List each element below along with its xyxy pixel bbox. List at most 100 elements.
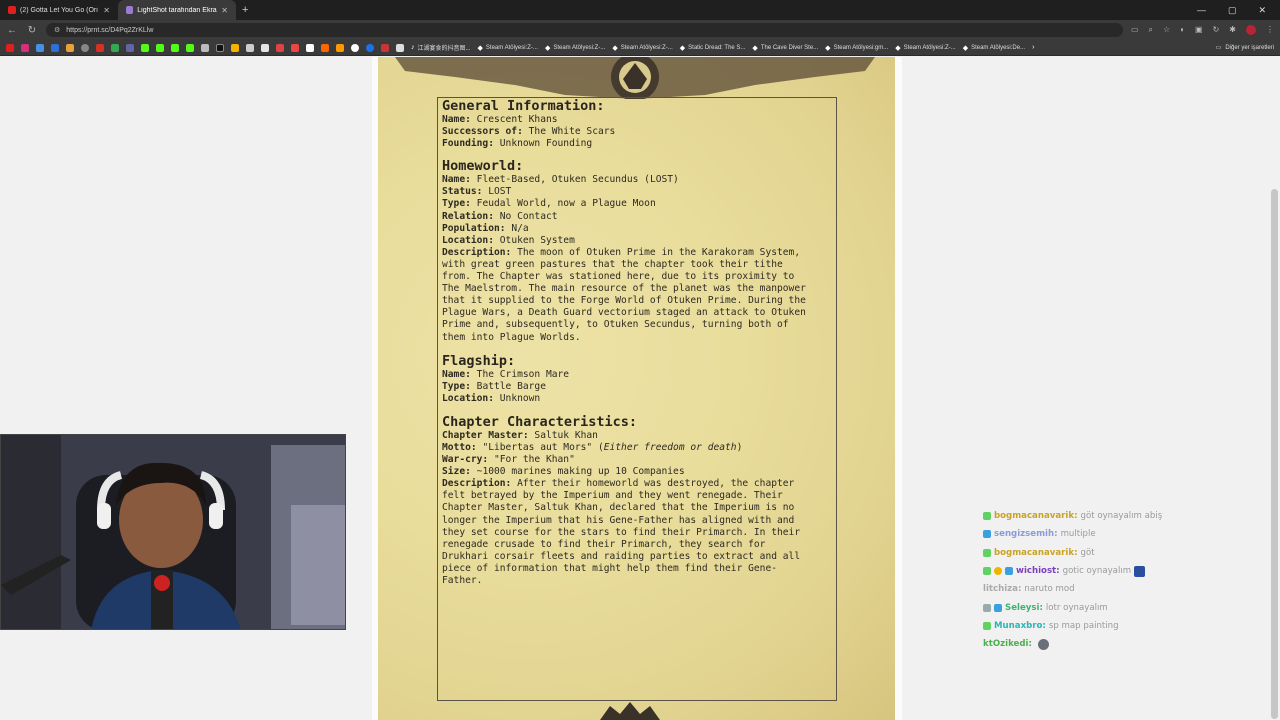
- chapter-description-line: renegade crusade to find their Primarch,…: [442, 538, 766, 550]
- refresh-extension-icon[interactable]: ↻: [1213, 25, 1220, 35]
- bookmark-label: Steam Atölyesi:gm...: [833, 44, 889, 51]
- x-icon[interactable]: [216, 43, 224, 52]
- bookmark-item[interactable]: ◆ Steam Atölyesi:Z-...: [895, 44, 955, 52]
- chapter-description-line: felt betrayed by the Imperium and they w…: [442, 490, 783, 502]
- maximize-icon[interactable]: ▢: [1228, 5, 1237, 16]
- address-bar[interactable]: ⚙ https://prnt.sc/D4Pq2ZrKLlw: [46, 23, 1123, 37]
- homeworld-description-line: Prime and, subsequently, to Otuken Secun…: [442, 319, 789, 331]
- app-icon[interactable]: [336, 43, 344, 52]
- windows-icon[interactable]: [66, 43, 74, 52]
- app-icon[interactable]: [276, 43, 284, 52]
- chat-username: Seleysi:: [1005, 602, 1043, 613]
- chat-message: bogmacanavarik: göt oynayalım abiş: [983, 507, 1223, 525]
- chat-username: Munaxbro:: [994, 620, 1046, 631]
- chat-message: litchiza: naruto mod: [983, 580, 1223, 598]
- badge-icon: [983, 621, 991, 630]
- homeworld-name: Name: Fleet-Based, Otuken Secundus (LOST…: [442, 174, 679, 186]
- site-info-icon[interactable]: ⚙: [54, 26, 60, 34]
- homeworld-type: Type: Feudal World, now a Plague Moon: [442, 198, 656, 210]
- app-icon[interactable]: [351, 43, 359, 52]
- close-icon[interactable]: ✕: [221, 6, 228, 15]
- globe-icon[interactable]: [81, 43, 89, 52]
- chat-username: bogmacanavarik:: [994, 511, 1078, 522]
- general-heading: General Information:: [442, 98, 605, 114]
- homeworld-heading: Homeworld:: [442, 158, 524, 175]
- music-icon[interactable]: [231, 43, 239, 52]
- menu-icon[interactable]: ⋮: [1266, 25, 1274, 35]
- drive-icon[interactable]: [111, 43, 119, 52]
- app-icon[interactable]: [246, 43, 254, 52]
- scrollbar-thumb[interactable]: [1271, 189, 1278, 719]
- bookmark-item[interactable]: ◆ Static Dread: The S...: [680, 44, 746, 52]
- general-name: Name: Crescent Khans: [442, 114, 558, 125]
- emote-icon: [1037, 638, 1049, 650]
- emblem-top-icon: [395, 57, 875, 99]
- bookmarks-overflow[interactable]: ›: [1032, 44, 1034, 51]
- new-tab-button[interactable]: +: [242, 4, 248, 16]
- app-icon[interactable]: [321, 43, 329, 52]
- youtube-icon[interactable]: [6, 43, 14, 52]
- bookmark-item[interactable]: ◆ Steam Atölyesi:gm...: [825, 44, 888, 52]
- puzzle-icon[interactable]: ✱: [1229, 25, 1236, 35]
- tab-lightshot[interactable]: LightShot tarafından Ekran Görünt ✕: [118, 0, 236, 20]
- homeworld-status: Status: LOST: [442, 186, 512, 198]
- chapter-motto: Motto: "Libertas aut Mors" (Either freed…: [442, 441, 743, 453]
- steam-icon: ◆: [477, 44, 483, 52]
- back-icon[interactable]: ←: [6, 25, 18, 36]
- bookmark-item[interactable]: ◆ Steam Atölyesi:De...: [963, 44, 1025, 52]
- app-icon[interactable]: [381, 43, 389, 52]
- app-icon[interactable]: [291, 43, 299, 52]
- homeworld-description-line: with great green pastures that the chapt…: [442, 258, 783, 270]
- chat-text: gotic oynayalım: [1062, 566, 1132, 577]
- chapter-description-line: Father.: [442, 575, 483, 586]
- other-bookmarks[interactable]: ▭ Diğer yer işaretleri: [1216, 44, 1274, 52]
- gmail-icon[interactable]: [96, 43, 104, 52]
- mail-icon[interactable]: [51, 43, 59, 52]
- homeworld-description-line: The Maelstrom. The main resource of the …: [442, 283, 806, 295]
- kick-icon[interactable]: [186, 43, 194, 52]
- extension-icon[interactable]: ▣: [1195, 25, 1203, 35]
- badge-icon: [983, 512, 991, 521]
- kick-icon[interactable]: [171, 43, 179, 52]
- app-icon[interactable]: [396, 43, 404, 52]
- chat-message: bogmacanavarik: göt: [983, 544, 1223, 562]
- close-icon[interactable]: ✕: [103, 6, 110, 15]
- bookmark-label: Static Dread: The S...: [688, 44, 746, 51]
- kick-icon[interactable]: [156, 43, 164, 52]
- chat-text: multiple: [1060, 529, 1096, 540]
- kick-icon[interactable]: [141, 43, 149, 52]
- bookmark-item[interactable]: ♪ 江湖宴食的抖音图...: [411, 43, 471, 52]
- url-text: https://prnt.sc/D4Pq2ZrKLlw: [66, 26, 154, 34]
- minimize-icon[interactable]: —: [1197, 5, 1206, 16]
- download-icon[interactable]: [201, 43, 209, 52]
- youtube-icon: [8, 6, 16, 14]
- homeworld-description-line: Plague Wars, a Death Guard vectorium sta…: [442, 307, 806, 319]
- close-window-icon[interactable]: ✕: [1258, 5, 1266, 16]
- profile-avatar[interactable]: [1246, 25, 1256, 35]
- bookmark-item[interactable]: ◆ Steam Atölyesi:Z-...: [545, 44, 605, 52]
- teams-icon[interactable]: [126, 43, 134, 52]
- bookmark-item[interactable]: ◆ Steam Atölyesi:Z-...: [478, 44, 538, 52]
- extension-icon[interactable]: ◐: [1180, 25, 1185, 35]
- bookmark-item[interactable]: ◆ Steam Atölyesi:Z-...: [612, 44, 672, 52]
- mail-icon[interactable]: [36, 43, 44, 52]
- other-bookmarks-label: Diğer yer işaretleri: [1225, 44, 1274, 51]
- badge-icon: [994, 603, 1002, 612]
- homeworld-description-line: from. The Chapter was stationed here, du…: [442, 271, 795, 283]
- zoom-icon[interactable]: ⌕: [1149, 25, 1153, 35]
- instagram-icon[interactable]: [21, 43, 29, 52]
- app-icon[interactable]: [306, 43, 314, 52]
- navigation-bar: ← ↻ ⚙ https://prnt.sc/D4Pq2ZrKLlw ▭ ⌕ ☆ …: [0, 20, 1280, 40]
- scrollbar[interactable]: [1268, 57, 1280, 720]
- bookmark-item[interactable]: ◆ The Cave Diver Ste...: [752, 44, 818, 52]
- app-icon[interactable]: [261, 43, 269, 52]
- bookmark-label: Steam Atölyesi:Z-...: [485, 44, 538, 51]
- chat-username: sengizsemih:: [994, 529, 1058, 540]
- reload-icon[interactable]: ↻: [26, 25, 38, 36]
- streamer-camera-image: [1, 435, 345, 629]
- homeworld-description-line: them into Plague Worlds.: [442, 331, 581, 343]
- bookmark-star-icon[interactable]: ☆: [1163, 25, 1170, 35]
- tab-youtube[interactable]: (2) Gotta Let You Go (Origina ✕: [0, 0, 118, 20]
- app-icon[interactable]: [366, 43, 374, 52]
- install-icon[interactable]: ▭: [1131, 25, 1139, 35]
